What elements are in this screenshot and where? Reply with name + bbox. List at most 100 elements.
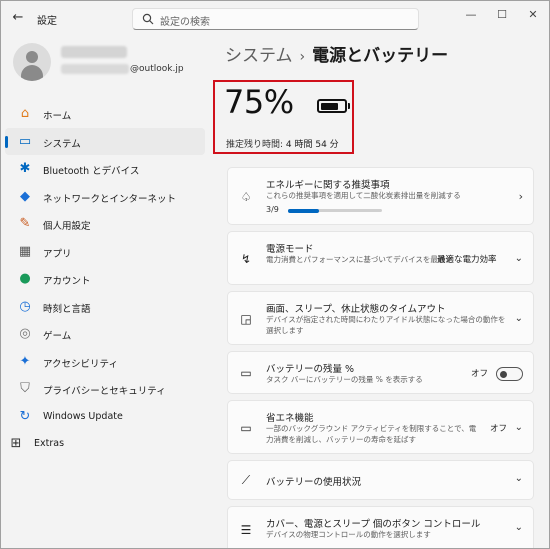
button-controls-title: カバー、電源とスリープ 個のボタン コントロール <box>266 519 481 530</box>
battery-fill <box>320 102 338 110</box>
sidebar-item-label: ホーム <box>43 111 72 122</box>
sidebar-item-0[interactable]: ⌂ ホーム <box>5 100 205 128</box>
battery-percentage-toggle[interactable] <box>496 367 523 381</box>
breadcrumb-separator: › <box>299 49 306 65</box>
search-input[interactable]: 設定の検索 <box>132 8 419 30</box>
extras-icon: ⊞ <box>10 436 22 451</box>
sidebar-item-label: アプリ <box>43 248 72 260</box>
battery-usage-title: バッテリーの使用状況 <box>266 477 362 488</box>
maximize-button[interactable]: ☐ <box>490 7 514 23</box>
update-icon: ↻ <box>19 408 31 424</box>
sidebar-item-label: プライバシーとセキュリティ <box>43 386 166 397</box>
avatar-body <box>21 65 43 81</box>
user-email: @outlook.jp <box>130 64 184 74</box>
battery-icon <box>317 99 347 113</box>
back-arrow-icon[interactable]: ← <box>9 9 27 27</box>
battery-percent: 75% <box>224 83 294 121</box>
breadcrumb-parent[interactable]: システム <box>225 46 293 66</box>
remaining-value: 4 時間 54 分 <box>285 140 339 150</box>
energy-desc: これらの推奨事項を適用して二酸化炭素排出量を削減する <box>266 191 461 200</box>
battery-charge-icon: ▭ <box>240 366 252 380</box>
avatar[interactable] <box>13 43 51 81</box>
close-button[interactable]: ✕ <box>521 7 545 23</box>
app-title: 設定 <box>37 16 57 27</box>
screen-sleep-title: 画面、スリープ、休止状態のタイムアウト <box>266 304 446 315</box>
battery-percentage-title: バッテリーの残量 % <box>266 364 355 375</box>
sidebar-item-12[interactable]: ⊞ Extras <box>5 430 205 458</box>
page-title: 電源とバッテリー <box>312 46 449 66</box>
energy-recommendations-card[interactable]: ♤ エネルギーに関する推奨事項 これらの推奨事項を適用して二酸化炭素排出量を削減… <box>227 167 534 225</box>
monitor-icon: ▭ <box>18 133 32 149</box>
battery-percentage-desc: タスク バーにバッテリーの残量 % を表示する <box>266 375 423 384</box>
sidebar-item-label: Windows Update <box>43 410 123 422</box>
battery-usage-card[interactable]: ⟋ バッテリーの使用状況 ⌄ <box>227 460 534 500</box>
shield-icon: ⛉ <box>20 381 30 396</box>
power-mode-card[interactable]: ↯ 電源モード 電力消費とパフォーマンスに基づいてデバイスを最適化 最適な電力効… <box>227 231 534 285</box>
sidebar-item-7[interactable]: ◷ 時刻と言語 <box>5 293 205 321</box>
battery-percentage-state: オフ <box>471 369 489 379</box>
chart-icon: ⟋ <box>241 473 251 487</box>
energy-saver-title: 省エネ機能 <box>266 413 314 424</box>
chevron-down-icon[interactable]: ⌄ <box>515 313 523 324</box>
sidebar-item-label: アクセシビリティ <box>43 358 118 370</box>
sidebar-item-5[interactable]: ▦ アプリ <box>5 238 205 266</box>
sidebar-item-label: Bluetooth とデバイス <box>43 166 140 177</box>
breadcrumb: システム › 電源とバッテリー <box>225 41 448 66</box>
sidebar-item-11[interactable]: ↻ Windows Update <box>5 403 205 431</box>
chevron-down-icon[interactable]: ⌄ <box>515 422 523 433</box>
sidebar-item-8[interactable]: ◎ ゲーム <box>5 320 205 348</box>
button-controls-desc: デバイスの物理コントロールの動作を選択します <box>266 530 431 539</box>
bluetooth-icon: ✱ <box>19 161 31 176</box>
screen-sleep-icon: ◲ <box>240 312 252 326</box>
sidebar-item-1[interactable]: ▭ システム <box>5 127 205 155</box>
accessibility-icon: ✦ <box>19 353 31 369</box>
chevron-down-icon[interactable]: ⌄ <box>515 522 523 533</box>
wifi-icon: ◆ <box>20 188 30 204</box>
chevron-down-icon[interactable]: ⌄ <box>515 473 523 484</box>
battery-tip <box>348 103 350 109</box>
sidebar-item-label: ゲーム <box>43 331 72 342</box>
button-controls-card[interactable]: ☰ カバー、電源とスリープ 個のボタン コントロール デバイスの物理コントロール… <box>227 506 534 548</box>
remaining-time: 推定残り時間: 4 時間 54 分 <box>226 137 339 150</box>
sidebar-item-3[interactable]: ◆ ネットワークとインターネット <box>5 183 205 211</box>
sidebar-item-label: 個人用設定 <box>43 221 91 232</box>
settings-window: ← 設定 設定の検索 — ☐ ✕ @outlook.jp ⌂ ホーム ▭ システム ✱ B… <box>0 0 550 549</box>
screen-sleep-card[interactable]: ◲ 画面、スリープ、休止状態のタイムアウト デバイスが指定された時間にわたりアイ… <box>227 291 534 345</box>
battery-percentage-card: ▭ バッテリーの残量 % タスク バーにバッテリーの残量 % を表示する オフ <box>227 351 534 394</box>
energy-progress-fill <box>288 208 320 213</box>
sidebar-nav: ⌂ ホーム ▭ システム ✱ Bluetooth とデバイス ◆ ネットワークとインターネット… <box>5 100 205 458</box>
user-email-redacted <box>61 64 129 74</box>
home-icon: ⌂ <box>20 106 30 121</box>
search-placeholder: 設定の検索 <box>160 17 210 28</box>
button-controls-icon: ☰ <box>240 523 252 537</box>
energy-progress-bar <box>288 208 382 213</box>
screen-sleep-desc: デバイスが指定された時間にわたりアイドル状態になった場合の動作を選択します <box>266 315 506 335</box>
avatar-head <box>26 51 38 63</box>
leaf-icon: ♤ <box>240 190 252 204</box>
sidebar-item-label: ネットワークとインターネット <box>43 193 177 205</box>
energy-title: エネルギーに関する推奨事項 <box>266 180 390 191</box>
energy-saver-state: オフ <box>490 424 508 434</box>
sidebar-item-10[interactable]: ⛉ プライバシーとセキュリティ <box>5 375 205 403</box>
power-mode-value[interactable]: 最適な電力効率 <box>437 253 497 265</box>
sidebar-item-4[interactable]: ✎ 個人用設定 <box>5 210 205 238</box>
energy-progress-label: 3/9 <box>266 205 279 214</box>
chevron-down-icon[interactable]: ⌄ <box>515 253 523 264</box>
sidebar-item-label: システム <box>43 138 81 150</box>
sidebar-item-6[interactable]: ● アカウント <box>5 265 205 293</box>
sidebar-item-2[interactable]: ✱ Bluetooth とデバイス <box>5 155 205 183</box>
sidebar-item-label: Extras <box>34 438 65 449</box>
title-bar: ← 設定 設定の検索 — ☐ ✕ <box>1 1 549 35</box>
sidebar-item-label: アカウント <box>43 276 91 287</box>
minimize-button[interactable]: — <box>459 7 483 23</box>
gamepad-icon: ◎ <box>19 326 31 341</box>
apps-icon: ▦ <box>18 243 32 259</box>
user-name-redacted <box>61 46 127 58</box>
power-mode-title: 電源モード <box>266 244 314 255</box>
energy-saver-icon: ▭ <box>240 421 252 435</box>
sidebar-item-9[interactable]: ✦ アクセシビリティ <box>5 348 205 376</box>
globe-clock-icon: ◷ <box>19 298 31 314</box>
power-mode-desc: 電力消費とパフォーマンスに基づいてデバイスを最適化 <box>266 255 453 264</box>
sidebar-item-label: 時刻と言語 <box>43 303 91 315</box>
energy-saver-card[interactable]: ▭ 省エネ機能 一部のバックグラウンド アクティビティを制限することで、電力消費… <box>227 400 534 454</box>
